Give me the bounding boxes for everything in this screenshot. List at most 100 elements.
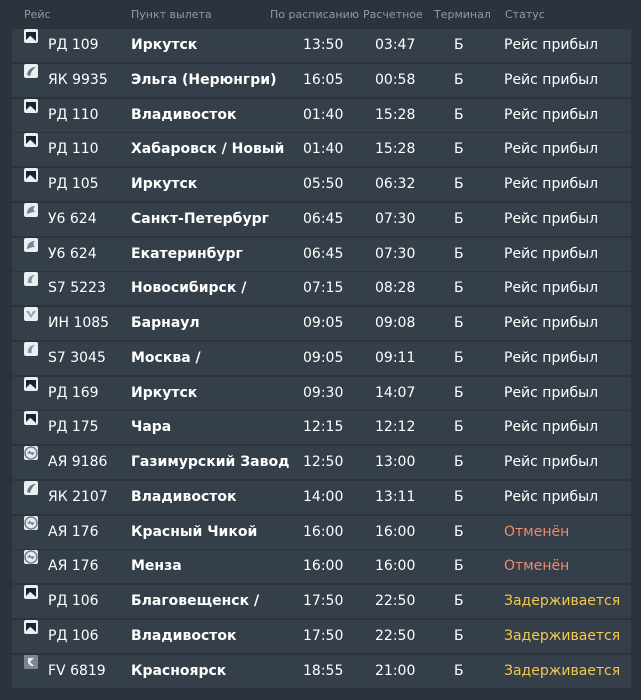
angara-logo-icon (24, 376, 38, 391)
aeroflot-logo-icon (24, 515, 38, 530)
scheduled-time: 01:40 (303, 106, 344, 123)
origin-city: Владивосток (131, 488, 237, 505)
flight-number: РД 110 (48, 141, 99, 158)
angara-logo-icon (24, 168, 38, 182)
origin-city: Владивосток (131, 106, 237, 123)
terminal: Б (454, 71, 464, 88)
flight-status: Рейс прибыл (504, 106, 599, 123)
flight-status: Рейс прибыл (504, 37, 599, 53)
red-wings-logo-icon (24, 654, 38, 669)
origin-city: Барнаул (131, 315, 200, 331)
table-header: Рейс Пункт вылета По расписанию Расчетно… (0, 0, 641, 30)
ural-logo-icon (24, 237, 38, 252)
flight-status: Рейс прибыл (504, 349, 599, 366)
s7-logo-icon (24, 341, 38, 356)
flight-number: РД 110 (48, 106, 99, 123)
estimated-time: 16:00 (375, 558, 416, 575)
origin-city: Иркутск (131, 37, 198, 53)
terminal: Б (454, 315, 464, 331)
flight-number: У6 624 (48, 245, 97, 262)
terminal: Б (454, 210, 464, 227)
flight-number: АЯ 176 (48, 558, 99, 575)
flight-number: FV 6819 (48, 662, 106, 679)
estimated-time: 16:00 (375, 523, 416, 540)
flights-list: РД 109 Иркутск 13:50 03:47 Б Рейс прибыл ЯК 99… (12, 29, 631, 689)
flight-status: Задерживается (504, 662, 621, 679)
terminal: Б (454, 280, 464, 297)
flight-number: РД 105 (48, 176, 99, 192)
angara-logo-icon (24, 411, 38, 426)
origin-city: Москва / (131, 349, 201, 366)
flight-status: Рейс прибыл (504, 454, 599, 470)
estimated-time: 07:30 (375, 245, 416, 262)
scheduled-time: 09:30 (303, 384, 344, 401)
table-row: РД 106 Владивосток 17:50 22:50 Б Задерживаетс… (12, 619, 631, 653)
angara-logo-icon (24, 585, 38, 599)
terminal: Б (454, 419, 464, 436)
angara-logo-icon (24, 133, 38, 148)
flight-number: РД 109 (48, 37, 99, 53)
table-row: У6 624 Санкт-Петербург 06:45 07:30 Б Рейс при… (12, 202, 631, 236)
estimated-time: 06:32 (375, 176, 416, 192)
origin-city: Новосибирск / (131, 280, 247, 297)
table-row: ЯК 2107 Владивосток 14:00 13:11 Б Рейс прибыл (12, 480, 631, 514)
origin-city: Владивосток (131, 627, 237, 644)
terminal: Б (454, 523, 464, 540)
origin-city: Иркутск (131, 384, 198, 401)
header-status: Статус (505, 8, 545, 21)
scheduled-time: 16:05 (303, 71, 344, 88)
flight-status: Рейс прибыл (504, 315, 599, 331)
table-row: ИН 1085 Барнаул 09:05 09:08 Б Рейс прибыл (12, 307, 631, 340)
estimated-time: 03:47 (375, 37, 416, 53)
table-row: РД 110 Владивосток 01:40 15:28 Б Рейс прибыл (12, 98, 631, 132)
scheduled-time: 06:45 (303, 245, 344, 262)
origin-city: Санкт-Петербург (131, 210, 269, 227)
flight-status: Отменён (504, 558, 570, 575)
angara-logo-icon (24, 98, 38, 113)
estimated-time: 15:28 (375, 106, 416, 123)
s7-logo-icon (24, 272, 38, 287)
table-row: АЯ 9186 Газимурский Завод 12:50 13:00 Б Рейс … (12, 446, 631, 479)
origin-city: Эльга (Нерюнгри) (131, 71, 277, 88)
header-scheduled: По расписанию (270, 8, 359, 21)
origin-city: Красный Чикой (131, 523, 258, 540)
flight-status: Рейс прибыл (504, 141, 599, 158)
aeroflot-logo-icon (24, 446, 38, 460)
estimated-time: 21:00 (375, 662, 416, 679)
origin-city: Чара (131, 419, 172, 436)
flight-number: РД 106 (48, 627, 99, 644)
angara-logo-icon (24, 619, 38, 634)
yakutia-logo-icon (24, 480, 38, 495)
table-row: РД 106 Благовещенск / 17:50 22:50 Б Задержива… (12, 585, 631, 618)
scheduled-time: 06:45 (303, 210, 344, 227)
origin-city: Екатеринбург (131, 245, 243, 262)
table-row: РД 110 Хабаровск / Новый 01:40 15:28 Б Рейс п… (12, 133, 631, 167)
terminal: Б (454, 384, 464, 401)
estimated-time: 09:08 (375, 315, 416, 331)
flight-number: РД 169 (48, 384, 99, 401)
origin-city: Красноярск (131, 662, 227, 679)
origin-city: Хабаровск / Новый (131, 141, 285, 158)
terminal: Б (454, 37, 464, 53)
estimated-time: 09:11 (375, 349, 416, 366)
estimated-time: 07:30 (375, 210, 416, 227)
table-row: FV 6819 Красноярск 18:55 21:00 Б Задерживаетс… (12, 654, 631, 688)
flight-number: ЯК 9935 (48, 71, 108, 88)
estimated-time: 13:11 (375, 488, 416, 505)
origin-city: Менза (131, 558, 182, 575)
irkut-logo-icon (24, 307, 38, 321)
terminal: Б (454, 176, 464, 192)
flight-status: Рейс прибыл (504, 176, 599, 192)
arrivals-board: Рейс Пункт вылета По расписанию Расчетно… (0, 0, 641, 700)
angara-logo-icon (24, 29, 38, 43)
origin-city: Иркутск (131, 176, 198, 192)
flight-number: ИН 1085 (48, 315, 110, 331)
scheduled-time: 12:15 (303, 419, 344, 436)
terminal: Б (454, 141, 464, 158)
flight-status: Задерживается (504, 593, 621, 609)
flight-status: Рейс прибыл (504, 488, 599, 505)
header-estimated: Расчетное (363, 8, 423, 21)
scheduled-time: 01:40 (303, 141, 344, 158)
flight-number: РД 106 (48, 593, 99, 609)
scheduled-time: 07:15 (303, 280, 344, 297)
